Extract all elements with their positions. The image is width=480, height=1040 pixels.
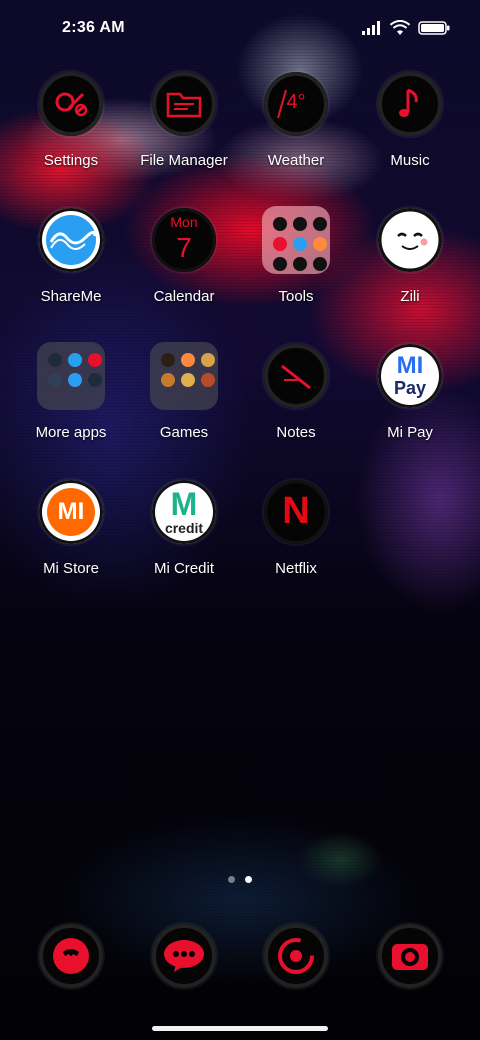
app-mi-pay[interactable]: MI Pay Mi Pay [354,344,466,464]
shareme-icon [39,208,103,272]
mi-store-icon: MI [39,480,103,544]
camera-icon [378,924,442,988]
app-label: Weather [267,152,325,169]
app-label: Zili [400,288,420,305]
mi-credit-logo-top: M [170,486,198,522]
status-icons [362,20,450,36]
netflix-icon: N [264,480,328,544]
dock-app-messages[interactable] [128,924,240,994]
status-bar: 2:36 AM [0,0,480,56]
more-apps-folder-icon [37,342,105,410]
app-file-manager[interactable]: File Manager [128,72,240,192]
mi-credit-icon: M credit [152,480,216,544]
settings-icon [39,72,103,136]
mi-store-logo: MI [57,498,85,525]
page-dot-2[interactable] [245,876,252,883]
weather-temp: 4° [286,91,306,113]
zili-face-icon [378,208,442,272]
app-shareme[interactable]: ShareMe [15,208,127,328]
calendar-date: 7 [176,232,192,263]
calendar-icon: Mon 7 [152,208,216,272]
app-notes[interactable]: Notes [240,344,352,464]
page-dot-1[interactable] [228,876,235,883]
app-games-folder[interactable]: Games [128,342,240,464]
mi-pay-icon: MI Pay [378,344,442,408]
folder-file-icon [152,72,216,136]
dock-app-phone[interactable] [15,924,127,994]
app-settings[interactable]: Settings [15,72,127,192]
app-label: Tools [278,288,314,305]
messages-icon [152,924,216,988]
calendar-day: Mon [170,214,198,230]
app-label: Notes [276,424,316,441]
games-folder-icon [150,342,218,410]
app-tools-folder[interactable]: Tools [240,206,352,328]
browser-icon [264,924,328,988]
app-netflix[interactable]: N Netflix [240,480,352,600]
app-label: Mi Pay [387,424,433,441]
signal-icon [362,21,380,35]
dock-app-camera[interactable] [354,924,466,994]
battery-icon [418,21,450,35]
app-more-apps-folder[interactable]: More apps [15,342,127,464]
status-time: 2:36 AM [62,19,125,36]
mi-credit-logo-bottom: credit [164,520,204,536]
app-calendar[interactable]: Mon 7 Calendar [128,208,240,328]
netflix-logo: N [282,490,310,532]
app-label: Netflix [275,560,317,577]
app-label: Music [390,152,430,169]
notes-icon [264,344,328,408]
home-indicator[interactable] [152,1026,328,1031]
phone-icon [39,924,103,988]
tools-folder-icon [262,206,330,274]
app-weather[interactable]: 4° Weather [240,72,352,192]
dock-app-browser[interactable] [240,924,352,994]
wifi-icon [390,20,410,35]
mi-pay-logo-top: MI [396,352,424,379]
weather-icon: 4° [264,72,328,136]
app-mi-store[interactable]: MI Mi Store [15,480,127,600]
app-music[interactable]: Music [354,72,466,192]
app-zili[interactable]: Zili [354,208,466,328]
app-mi-credit[interactable]: M credit Mi Credit [128,480,240,600]
music-note-icon [378,72,442,136]
page-indicator [0,876,480,883]
mi-pay-logo-bottom: Pay [393,378,427,398]
